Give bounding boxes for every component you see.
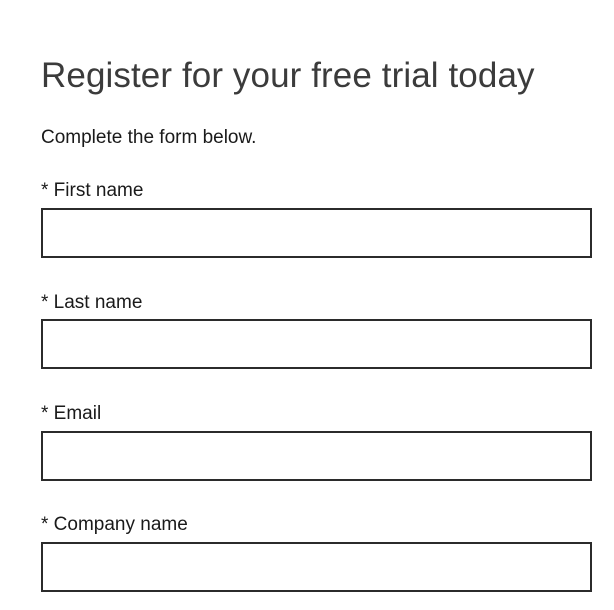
company-name-input[interactable] [41, 542, 592, 592]
last-name-label: * Last name [41, 292, 143, 313]
form-instructions: Complete the form below. [41, 127, 257, 148]
email-label: * Email [41, 403, 102, 424]
page-title: Register for your free trial today [41, 56, 535, 95]
company-name-label: * Company name [41, 514, 188, 535]
last-name-input[interactable] [41, 319, 592, 369]
email-input[interactable] [41, 431, 592, 481]
first-name-input[interactable] [41, 208, 592, 258]
first-name-label: * First name [41, 180, 144, 201]
